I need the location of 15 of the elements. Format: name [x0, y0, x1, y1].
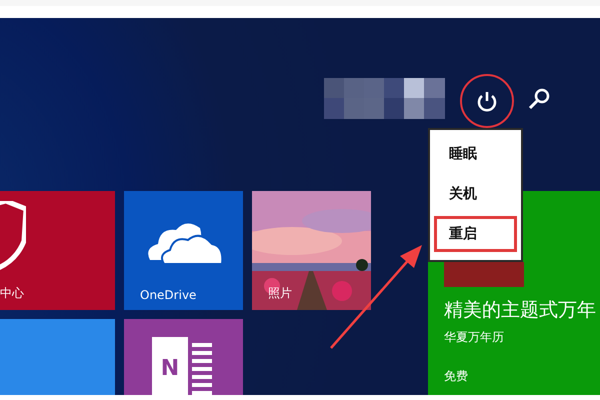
app-tile[interactable]: OneDrive	[124, 191, 243, 310]
tile-label: 中心	[0, 285, 24, 302]
tile-label: 照片	[268, 285, 292, 302]
app-tile[interactable]: N	[124, 319, 243, 395]
photos-tile[interactable]: 照片	[252, 191, 371, 310]
app-price: 免费	[444, 368, 469, 385]
tile-label: OneDrive	[140, 288, 196, 302]
app-publisher: 华夏万年历	[444, 329, 505, 346]
power-icon	[476, 90, 498, 112]
search-icon[interactable]	[528, 88, 550, 110]
app-tile[interactable]: 中心	[0, 191, 115, 310]
app-title: 精美的主题式万年	[444, 298, 597, 323]
app-tile[interactable]	[0, 319, 115, 395]
menu-item[interactable]: 睡眠	[434, 136, 517, 172]
menu-item[interactable]: 重启	[434, 216, 517, 252]
